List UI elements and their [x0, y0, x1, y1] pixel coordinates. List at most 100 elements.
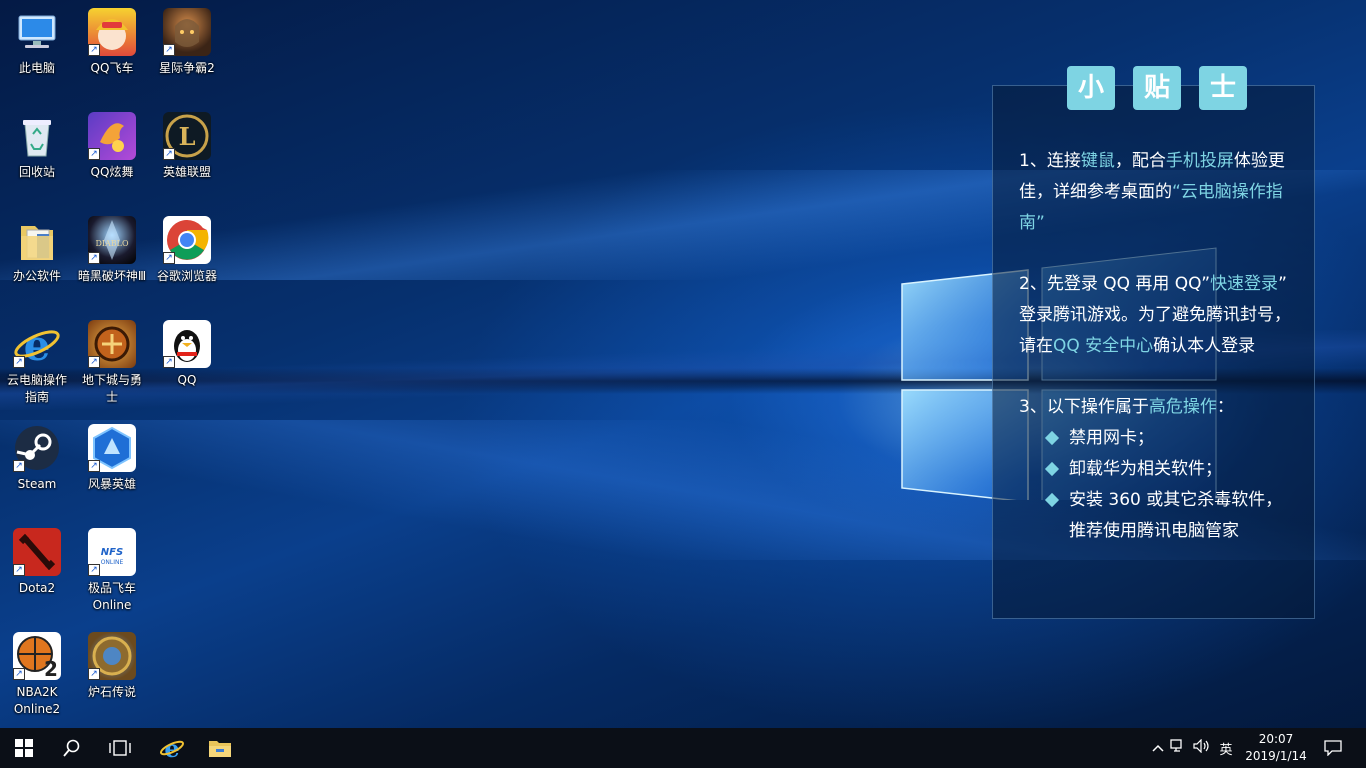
nfs-online-icon: NFS ONLINE ↗ — [88, 528, 136, 576]
dnf-icon: ↗ — [88, 320, 136, 368]
input-method-indicator[interactable]: 英 — [1214, 739, 1238, 758]
start-button[interactable] — [0, 728, 48, 768]
desktop-icon-label: 星际争霸2 — [159, 61, 215, 75]
tip-bullet: 禁用网卡； — [1019, 423, 1299, 454]
tips-title: 小 贴 士 — [1067, 66, 1247, 110]
desktop-icon-heroes-of-the-storm[interactable]: ↗ 风暴英雄 — [77, 416, 147, 493]
desktop-icon-label: 极品飞车Online — [87, 581, 136, 612]
shortcut-arrow-icon: ↗ — [163, 148, 175, 160]
desktop-icon-steam[interactable]: ↗ Steam — [2, 416, 72, 493]
tips-title-char: 小 — [1067, 66, 1115, 110]
tips-title-char: 贴 — [1133, 66, 1181, 110]
folder-icon — [13, 216, 61, 264]
starcraft2-icon: ↗ — [163, 8, 211, 56]
desktop-icon-starcraft2[interactable]: ↗ 星际争霸2 — [152, 0, 222, 77]
desktop-icon-label: 英雄联盟 — [162, 165, 211, 179]
diablo3-icon: DIABLO ↗ — [88, 216, 136, 264]
taskbar-file-explorer[interactable] — [196, 728, 244, 768]
desktop-icon-label: 回收站 — [18, 165, 55, 179]
chrome-icon: ↗ — [163, 216, 211, 264]
notification-icon — [1324, 740, 1342, 756]
taskbar-internet-explorer[interactable]: e — [148, 728, 196, 768]
qq-speed-icon: ↗ — [88, 8, 136, 56]
folder-icon — [209, 741, 231, 757]
diamond-bullet-icon — [1044, 430, 1060, 446]
desktop-icon-label: QQ飞车 — [90, 61, 134, 75]
internet-explorer-icon: e — [159, 735, 185, 761]
desktop-icon-dnf[interactable]: ↗ 地下城与勇士 — [77, 312, 147, 406]
chevron-up-icon[interactable] — [1150, 741, 1166, 756]
desktop-icon-league-of-legends[interactable]: L ↗ 英雄联盟 — [152, 104, 222, 181]
league-of-legends-icon: L ↗ — [163, 112, 211, 160]
desktop-icon-label: 炉石传说 — [87, 685, 136, 699]
shortcut-arrow-icon: ↗ — [13, 356, 25, 368]
desktop-icon-hearthstone[interactable]: ↗ 炉石传说 — [77, 624, 147, 701]
clock-date: 2019/1/14 — [1245, 749, 1307, 763]
tip-text: 2、先登录 QQ 再用 QQ” — [1019, 274, 1211, 294]
shortcut-arrow-icon: ↗ — [163, 356, 175, 368]
shortcut-arrow-icon: ↗ — [163, 44, 175, 56]
volume-icon[interactable] — [1190, 738, 1214, 757]
search-button[interactable] — [48, 728, 96, 768]
task-view-icon — [109, 740, 131, 756]
desktop-icon-qq[interactable]: ↗ QQ — [152, 312, 222, 389]
svg-text:2: 2 — [44, 657, 58, 680]
desktop-icon-recycle-bin[interactable]: 回收站 — [2, 104, 72, 181]
heroes-of-the-storm-icon: ↗ — [88, 424, 136, 472]
nba2k-icon: 2 ↗ — [13, 632, 61, 681]
shortcut-arrow-icon: ↗ — [88, 356, 100, 368]
recycle-bin-icon — [13, 112, 61, 160]
desktop-icon-this-pc[interactable]: 此电脑 — [2, 0, 72, 77]
tip-text: 1、连接 — [1019, 151, 1081, 171]
tip-text: 3、以下操作属于 — [1019, 397, 1149, 417]
tips-body: 1、连接键鼠，配合手机投屏体验更佳，详细参考桌面的“云电脑操作指南” 2、先登录… — [1019, 146, 1299, 547]
tip-highlight: QQ 安全中心 — [1053, 336, 1154, 356]
desktop-icon-label: NBA2K Online2 — [13, 685, 61, 716]
svg-text:e: e — [164, 735, 179, 761]
shortcut-arrow-icon: ↗ — [88, 564, 100, 576]
desktop-icon-dota2[interactable]: ↗ Dota2 — [2, 520, 72, 597]
tip-highlight: 快速登录 — [1210, 274, 1279, 294]
windows-start-icon — [15, 739, 33, 757]
action-center-button[interactable] — [1310, 728, 1356, 768]
steam-icon: ↗ — [13, 424, 61, 472]
shortcut-arrow-icon: ↗ — [13, 460, 25, 472]
task-view-button[interactable] — [96, 728, 144, 768]
taskbar-clock[interactable]: 20:07 2019/1/14 — [1240, 731, 1312, 765]
tip-text: ： — [1216, 397, 1234, 417]
tip-text: ，配合 — [1114, 151, 1166, 171]
desktop-icon-office-software[interactable]: 办公软件 — [2, 208, 72, 285]
desktop-icon-qq-speed[interactable]: ↗ QQ飞车 — [77, 0, 147, 77]
desktop-icon-qq-dance[interactable]: ↗ QQ炫舞 — [77, 104, 147, 181]
desktop-icon-label: 地下城与勇士 — [81, 373, 142, 404]
tip-highlight: 高危操作 — [1148, 397, 1217, 417]
desktop-icon-label: Steam — [17, 477, 57, 491]
tip-bullet: 安装 360 或其它杀毒软件，推荐使用腾讯电脑管家 — [1019, 485, 1299, 547]
network-icon[interactable] — [1166, 739, 1190, 757]
svg-text:ONLINE: ONLINE — [101, 559, 124, 566]
tip-highlight: 键鼠 — [1080, 151, 1115, 171]
shortcut-arrow-icon: ↗ — [88, 252, 100, 264]
tip-2: 2、先登录 QQ 再用 QQ”快速登录” 登录腾讯游戏。为了避免腾讯封号，请在Q… — [1019, 269, 1299, 362]
desktop-icon-label: QQ — [177, 373, 197, 387]
clock-time: 20:07 — [1258, 732, 1294, 746]
desktop-icon-nba2k-online2[interactable]: 2 ↗ NBA2K Online2 — [2, 624, 72, 718]
qq-penguin-icon: ↗ — [163, 320, 211, 368]
desktop-icon-diablo3[interactable]: DIABLO ↗ 暗黑破坏神Ⅲ — [77, 208, 147, 285]
shortcut-arrow-icon: ↗ — [163, 252, 175, 264]
desktop-icon-nfs-online[interactable]: NFS ONLINE ↗ 极品飞车Online — [77, 520, 147, 614]
shortcut-arrow-icon: ↗ — [88, 668, 100, 680]
hearthstone-icon: ↗ — [88, 632, 136, 680]
svg-text:e: e — [24, 321, 51, 368]
internet-explorer-icon: e ↗ — [13, 320, 61, 370]
dota2-icon: ↗ — [13, 528, 61, 576]
desktop-icon-label: 谷歌浏览器 — [156, 269, 217, 283]
svg-text:L: L — [179, 122, 196, 151]
desktop-icon-cloud-pc-guide[interactable]: e ↗ 云电脑操作指南 — [2, 312, 72, 406]
shortcut-arrow-icon: ↗ — [13, 564, 25, 576]
desktop-icon-label: 此电脑 — [18, 61, 55, 75]
desktop-icon-chrome[interactable]: ↗ 谷歌浏览器 — [152, 208, 222, 285]
tip-bullet-text: 禁用网卡； — [1069, 428, 1154, 448]
tips-title-char: 士 — [1199, 66, 1247, 110]
tip-text: 确认本人登录 — [1153, 336, 1256, 356]
